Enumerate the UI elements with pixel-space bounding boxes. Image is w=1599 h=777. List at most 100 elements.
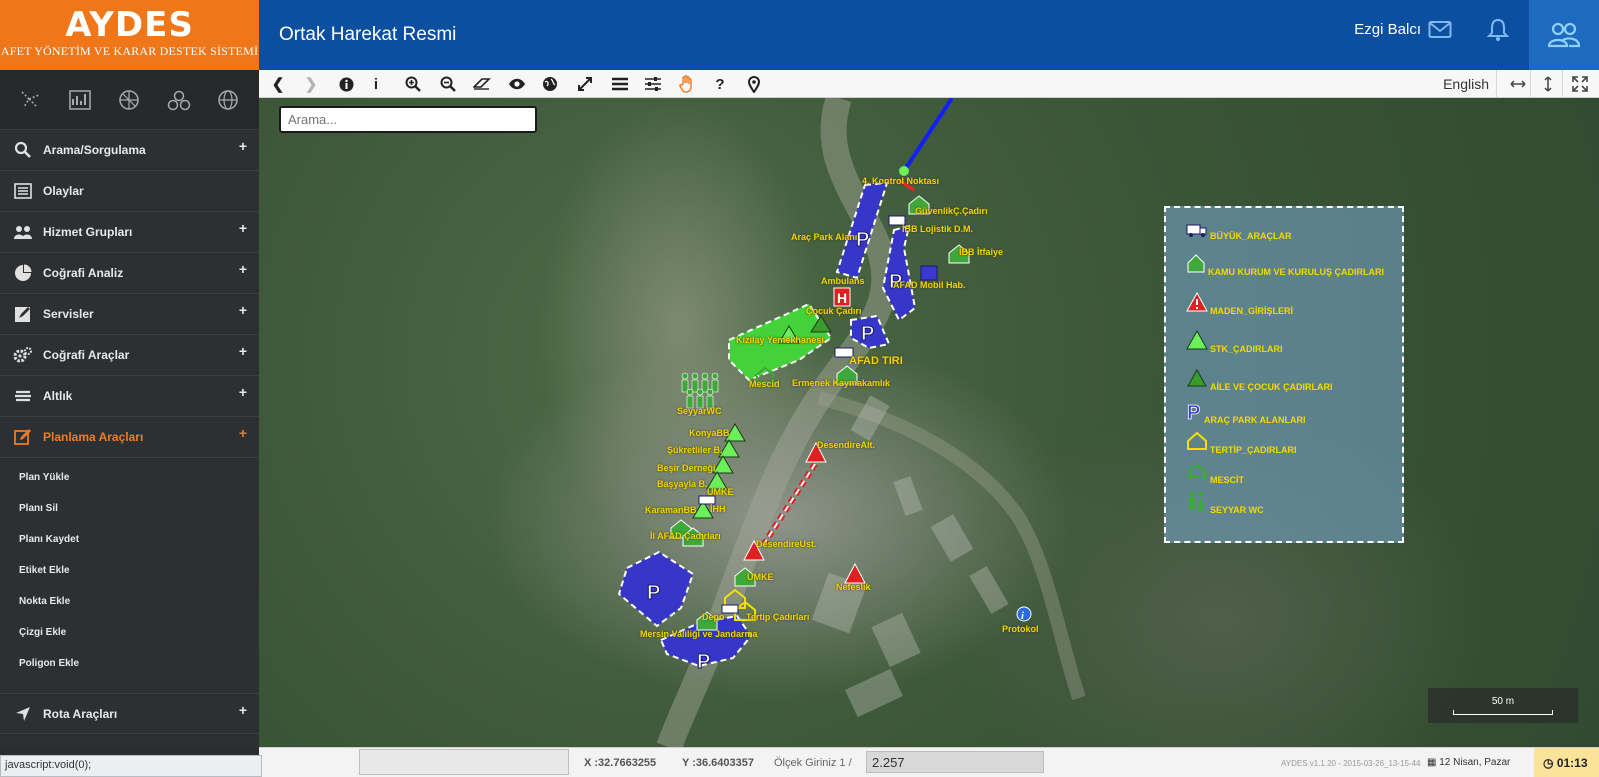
calendar-icon: ▦ <box>1427 757 1440 768</box>
map-view[interactable]: P P P P P H i 4. Kontrol Noktası Güvenli… <box>259 98 1599 747</box>
globe-grid-icon[interactable] <box>114 85 144 115</box>
layer-dropdown[interactable] <box>359 749 569 775</box>
back-icon[interactable]: ❮ <box>267 73 289 95</box>
route-network-icon[interactable] <box>16 85 46 115</box>
submenu-item[interactable]: Çizgi Ekle <box>0 617 259 648</box>
ambulance-icon[interactable]: H <box>833 287 851 307</box>
menu-route-tools[interactable]: Rota Araçları + <box>0 693 259 734</box>
wc-icon[interactable] <box>691 379 699 393</box>
eraser-icon[interactable] <box>471 73 493 95</box>
parking-icon[interactable]: P <box>856 229 870 252</box>
legend-item: MESCİT <box>1186 463 1244 485</box>
map-label: AFAD Mobil Hab. <box>893 280 966 290</box>
map-label: Çocuk Çadırı <box>806 306 862 316</box>
submenu-item[interactable]: Etiket Ekle <box>0 555 259 586</box>
truck-icon <box>1186 224 1207 237</box>
submenu-item[interactable]: Planı Sil <box>0 493 259 524</box>
expand-icon[interactable]: + <box>239 425 247 441</box>
user-name[interactable]: Ezgi Balcı <box>1354 21 1421 38</box>
legend-label: MESCİT <box>1210 475 1245 485</box>
page-title: Ortak Harekat Resmi <box>279 24 457 45</box>
map-search-input[interactable] <box>279 106 537 133</box>
map-label: İBB İtfaiye <box>959 247 1004 257</box>
info-circle-icon[interactable] <box>335 73 357 95</box>
users-icon <box>12 221 34 243</box>
horizontal-resize-icon[interactable] <box>1507 73 1529 95</box>
language-selector[interactable]: English <box>1443 76 1489 92</box>
map-label: Beşir Derneği <box>657 463 716 473</box>
wc-icon[interactable] <box>701 379 709 393</box>
expand-icon[interactable]: + <box>239 302 247 318</box>
scale-input[interactable] <box>866 751 1044 773</box>
mail-icon[interactable] <box>1427 17 1453 43</box>
menu-service-groups[interactable]: Hizmet Grupları + <box>0 212 259 253</box>
map-marker-icon[interactable] <box>743 73 765 95</box>
stk-tent-icon[interactable] <box>712 455 734 474</box>
fullscreen-icon[interactable] <box>1569 73 1591 95</box>
expand-icon[interactable]: + <box>239 702 247 718</box>
map-label: Mescid <box>749 379 780 389</box>
vertical-resize-icon[interactable] <box>1537 73 1559 95</box>
menu-search[interactable]: Arama/Sorgulama + <box>0 130 259 171</box>
wc-icon[interactable] <box>681 379 689 393</box>
map-label: Araç Park Alanı <box>791 232 858 242</box>
users-icon <box>1547 22 1581 48</box>
expand-arrows-icon[interactable] <box>574 73 596 95</box>
info-icon[interactable]: i <box>365 73 387 95</box>
map-label: GüvenlikÇ.Çadırı <box>915 206 988 216</box>
menu-label: Planlama Araçları <box>43 430 144 444</box>
y-coordinate: Y :36.6403357 <box>682 757 754 769</box>
layers-list-icon[interactable] <box>609 73 631 95</box>
zoom-out-icon[interactable] <box>437 73 459 95</box>
legend-label: AİLE VE ÇOCUK ÇADIRLARI <box>1210 382 1333 392</box>
brand-logo-text: AYDES <box>65 5 194 45</box>
expand-icon[interactable]: + <box>239 343 247 359</box>
eye-icon[interactable] <box>506 73 528 95</box>
menu-planning-tools[interactable]: Planlama Araçları + <box>0 417 259 458</box>
submenu-item[interactable]: Nokta Ekle <box>0 586 259 617</box>
expand-icon[interactable]: + <box>239 138 247 154</box>
chart-icon[interactable] <box>65 85 95 115</box>
pan-hand-icon[interactable] <box>676 73 698 95</box>
parking-icon: P <box>1187 402 1201 421</box>
users-button[interactable] <box>1529 0 1599 70</box>
legend-label: KAMU KURUM VE KURULUŞ ÇADIRLARI <box>1208 267 1384 277</box>
control-point[interactable] <box>899 166 909 176</box>
truck-icon[interactable] <box>698 495 716 505</box>
protocol-info-icon[interactable]: i <box>1016 606 1032 622</box>
map-label: İBB Lojistik D.M. <box>902 224 974 234</box>
menu-label: Olaylar <box>43 184 84 198</box>
help-icon[interactable]: ? <box>709 73 731 95</box>
sliders-icon[interactable] <box>642 73 664 95</box>
legend-label: MADEN_GİRİŞLERİ <box>1210 306 1294 316</box>
expand-icon[interactable]: + <box>239 220 247 236</box>
wc-icon[interactable] <box>711 379 719 393</box>
warning-icon[interactable] <box>844 562 866 584</box>
parking-icon[interactable]: P <box>697 651 711 674</box>
submenu-item[interactable]: Plan Yükle <box>0 462 259 493</box>
globe-icon[interactable] <box>213 85 243 115</box>
menu-geo-analysis[interactable]: Coğrafi Analiz + <box>0 253 259 294</box>
map-label: Kızılay Yemekhanesi <box>736 335 824 345</box>
svg-text:P: P <box>1187 402 1200 421</box>
parking-icon[interactable]: P <box>861 323 875 346</box>
expand-icon[interactable]: + <box>239 384 247 400</box>
menu-services[interactable]: Servisler + <box>0 294 259 335</box>
forward-icon[interactable]: ❯ <box>300 73 322 95</box>
brand-logo[interactable]: AYDES AFET YÖNETİM VE KARAR DESTEK SİSTE… <box>0 0 259 70</box>
hazard-icon[interactable] <box>164 85 194 115</box>
globe-icon[interactable] <box>539 73 561 95</box>
menu-geo-tools[interactable]: Coğrafi Araçlar + <box>0 335 259 376</box>
expand-icon[interactable]: + <box>239 261 247 277</box>
map-label: 4. Kontrol Noktası <box>862 176 940 186</box>
submenu-item[interactable]: Poligon Ekle <box>0 648 259 679</box>
submenu-item[interactable]: Planı Kaydet <box>0 524 259 555</box>
map-label: Mersin Valiliği ve Jandarma <box>640 629 758 639</box>
menu-events[interactable]: Olaylar <box>0 171 259 212</box>
menu-basemap[interactable]: Altlık + <box>0 376 259 417</box>
bus-icon[interactable] <box>920 265 938 281</box>
zoom-in-icon[interactable] <box>402 73 424 95</box>
route-line[interactable] <box>902 98 954 173</box>
parking-icon[interactable]: P <box>647 582 661 605</box>
bell-icon[interactable] <box>1485 17 1511 43</box>
